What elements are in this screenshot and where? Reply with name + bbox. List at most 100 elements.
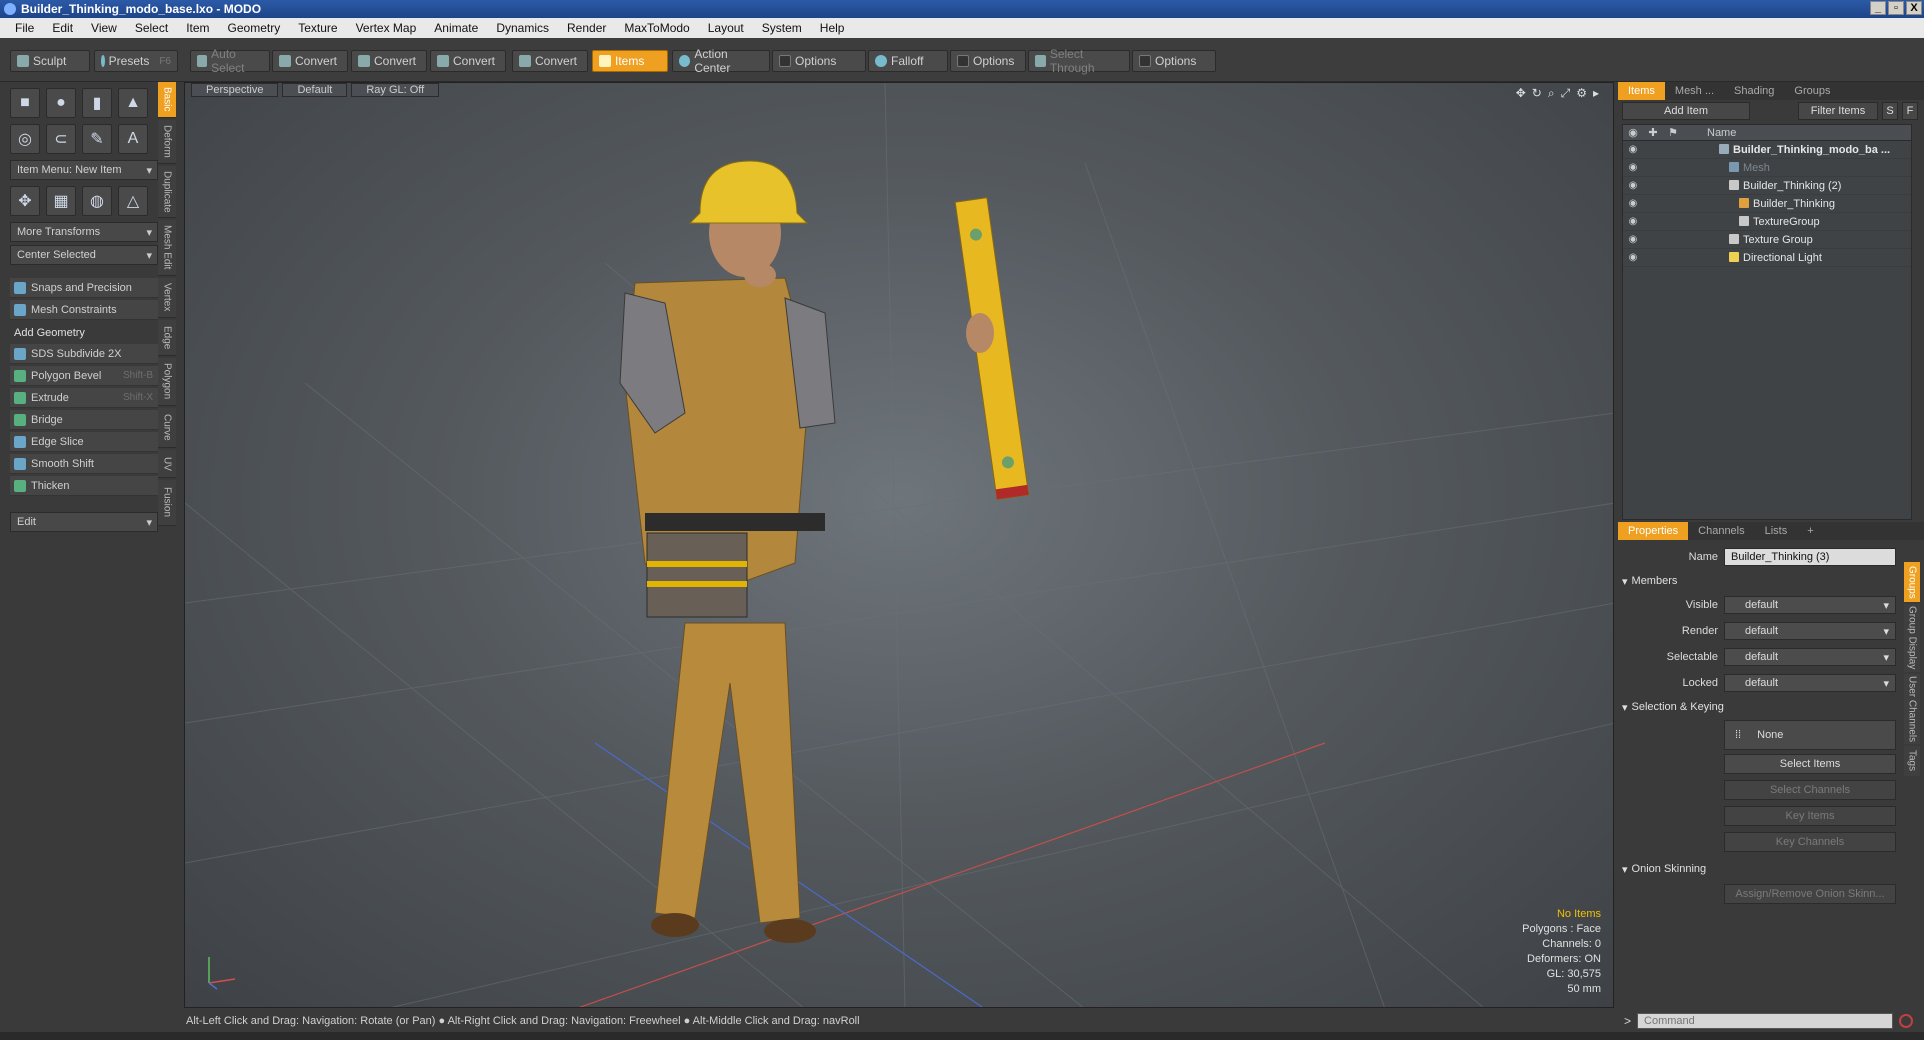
transform-icon[interactable]: ✥ xyxy=(10,186,40,216)
add-geometry-header[interactable]: Add Geometry xyxy=(10,324,158,342)
tab-curve[interactable]: Curve xyxy=(158,408,176,448)
menu-render[interactable]: Render xyxy=(558,21,615,35)
add-item-button[interactable]: Add Item xyxy=(1622,102,1750,120)
cylinder-icon[interactable]: ▮ xyxy=(82,88,112,118)
tab-uv[interactable]: UV xyxy=(158,450,176,478)
tab-lists[interactable]: Lists xyxy=(1755,522,1798,540)
item-tree[interactable]: ◉ ✚ ⚑ Name ◉ Builder_Thinking_modo_ba ...… xyxy=(1622,124,1912,520)
cube-icon[interactable]: ■ xyxy=(10,88,40,118)
selectable-dropdown[interactable]: default xyxy=(1724,648,1896,666)
extrude-button[interactable]: Extrude Shift-X xyxy=(10,388,158,408)
ray-gl-tab[interactable]: Ray GL: Off xyxy=(351,83,440,97)
menu-animate[interactable]: Animate xyxy=(425,21,487,35)
convert-button-3[interactable]: Convert xyxy=(430,50,506,72)
tab-groups[interactable]: Groups xyxy=(1784,82,1840,100)
tab-duplicate[interactable]: Duplicate xyxy=(158,166,176,218)
vtab-tags[interactable]: Tags xyxy=(1904,746,1920,776)
assign-remove-onion-button[interactable]: Assign/Remove Onion Skinn... xyxy=(1724,884,1896,904)
tree-row-scene[interactable]: ◉ Builder_Thinking_modo_ba ... xyxy=(1623,141,1911,159)
snaps-precision-button[interactable]: Snaps and Precision xyxy=(10,278,158,298)
menu-select[interactable]: Select xyxy=(126,21,177,35)
smooth-shift-button[interactable]: Smooth Shift xyxy=(10,454,158,474)
filter-items-button[interactable]: Filter Items xyxy=(1798,102,1878,120)
tree-row-locator[interactable]: ◉ Builder_Thinking xyxy=(1623,195,1911,213)
gear-icon[interactable]: ⚙ xyxy=(1576,86,1587,101)
visibility-eye-icon[interactable]: ◉ xyxy=(1623,162,1643,173)
torus-icon[interactable]: ◎ xyxy=(10,124,40,154)
play-icon[interactable]: ▸ xyxy=(1593,86,1599,101)
menu-file[interactable]: File xyxy=(6,21,43,35)
options-button-1[interactable]: Options xyxy=(772,50,866,72)
tab-fusion[interactable]: Fusion xyxy=(158,480,176,526)
menu-geometry[interactable]: Geometry xyxy=(219,21,290,35)
tab-deform[interactable]: Deform xyxy=(158,120,176,164)
3d-viewport[interactable]: Perspective Default Ray GL: Off ✥ ↻ ⌕ ⤢ … xyxy=(184,82,1614,1008)
rotate-sphere-icon[interactable]: ◍ xyxy=(82,186,112,216)
menu-texture[interactable]: Texture xyxy=(289,21,346,35)
vtab-user-channels[interactable]: User Channels xyxy=(1904,674,1920,744)
tree-row-mesh[interactable]: ◉ Mesh xyxy=(1623,159,1911,177)
menu-maxtomodo[interactable]: MaxToModo xyxy=(615,21,698,35)
tab-items[interactable]: Items xyxy=(1618,82,1665,100)
text-icon[interactable]: A xyxy=(118,124,148,154)
orbit-icon[interactable]: ↻ xyxy=(1532,86,1542,101)
edge-slice-button[interactable]: Edge Slice xyxy=(10,432,158,452)
tab-edge[interactable]: Edge xyxy=(158,320,176,356)
convert-button-4[interactable]: Convert xyxy=(512,50,588,72)
bridge-button[interactable]: Bridge xyxy=(10,410,158,430)
tree-row-texturegroup[interactable]: ◉ TextureGroup xyxy=(1623,213,1911,231)
visibility-eye-icon[interactable]: ◉ xyxy=(1623,252,1643,263)
onion-skinning-section[interactable]: ▾ Onion Skinning xyxy=(1622,860,1902,878)
stretch-icon[interactable]: △ xyxy=(118,186,148,216)
sds-subdivide-button[interactable]: SDS Subdivide 2X xyxy=(10,344,158,364)
selection-keying-section[interactable]: ▾ Selection & Keying xyxy=(1622,698,1902,716)
tree-row-group[interactable]: ◉ Builder_Thinking (2) xyxy=(1623,177,1911,195)
render-dropdown[interactable]: default xyxy=(1724,622,1896,640)
visibility-eye-icon[interactable]: ◉ xyxy=(1623,216,1643,227)
pan-icon[interactable]: ✥ xyxy=(1516,86,1526,101)
visibility-eye-icon[interactable]: ◉ xyxy=(1623,234,1643,245)
command-input[interactable] xyxy=(1637,1013,1894,1029)
sculpt-button[interactable]: Sculpt xyxy=(10,50,90,72)
minimize-button[interactable]: _ xyxy=(1870,1,1886,15)
menu-item[interactable]: Item xyxy=(177,21,218,35)
none-selector[interactable]: ⁞⁞ None xyxy=(1724,720,1896,750)
auto-select-button[interactable]: Auto Select xyxy=(190,47,270,75)
edit-dropdown[interactable]: Edit xyxy=(10,512,158,532)
item-menu-dropdown[interactable]: Item Menu: New Item xyxy=(10,160,158,180)
menu-edit[interactable]: Edit xyxy=(43,21,82,35)
menu-vertex-map[interactable]: Vertex Map xyxy=(347,21,426,35)
more-transforms-dropdown[interactable]: More Transforms xyxy=(10,222,158,242)
add-tab-button[interactable]: + xyxy=(1797,522,1823,540)
convert-button-1[interactable]: Convert xyxy=(272,50,348,72)
close-button[interactable]: X xyxy=(1906,1,1922,15)
menu-view[interactable]: View xyxy=(82,21,126,35)
options-button-3[interactable]: Options xyxy=(1132,50,1216,72)
perspective-view-tab[interactable]: Perspective xyxy=(191,83,279,97)
thicken-button[interactable]: Thicken xyxy=(10,476,158,496)
mesh-constraints-button[interactable]: Mesh Constraints xyxy=(10,300,158,320)
cone-icon[interactable]: ▲ xyxy=(118,88,148,118)
maximize-button[interactable]: ▫ xyxy=(1888,1,1904,15)
tree-row-light[interactable]: ◉ Directional Light xyxy=(1623,249,1911,267)
menu-help[interactable]: Help xyxy=(811,21,854,35)
visibility-eye-icon[interactable]: ◉ xyxy=(1623,144,1643,155)
record-icon[interactable] xyxy=(1899,1014,1914,1028)
visible-dropdown[interactable]: default xyxy=(1724,596,1896,614)
presets-button[interactable]: Presets F6 xyxy=(94,50,178,72)
locked-dropdown[interactable]: default xyxy=(1724,674,1896,692)
vtab-group-display[interactable]: Group Display xyxy=(1904,604,1920,672)
tab-polygon[interactable]: Polygon xyxy=(158,358,176,406)
key-channels-button[interactable]: Key Channels xyxy=(1724,832,1896,852)
tree-row-texture-group[interactable]: ◉ Texture Group xyxy=(1623,231,1911,249)
menu-layout[interactable]: Layout xyxy=(699,21,753,35)
name-field[interactable]: Builder_Thinking (3) xyxy=(1724,548,1896,566)
default-shading-tab[interactable]: Default xyxy=(282,83,348,97)
falloff-button[interactable]: Falloff xyxy=(868,50,948,72)
items-mode-button[interactable]: Items xyxy=(592,50,668,72)
members-section[interactable]: ▾ Members xyxy=(1622,572,1902,590)
polygon-bevel-button[interactable]: Polygon Bevel Shift-B xyxy=(10,366,158,386)
tab-shading[interactable]: Shading xyxy=(1724,82,1784,100)
visibility-eye-icon[interactable]: ◉ xyxy=(1623,180,1643,191)
menu-system[interactable]: System xyxy=(753,21,811,35)
